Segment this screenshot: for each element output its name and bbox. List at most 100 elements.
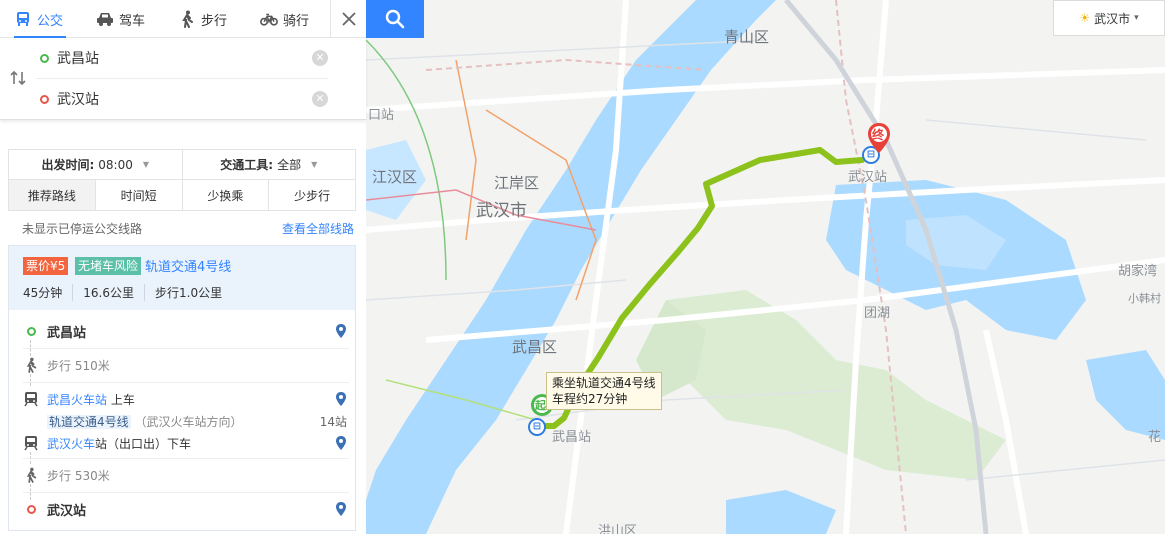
location-pin-icon[interactable]	[335, 436, 347, 450]
caret-down-icon: ▼	[311, 160, 318, 169]
sort-tab-less-walking[interactable]: 少步行	[268, 180, 355, 210]
transport-tool-label: 交通工具:	[220, 158, 274, 172]
mode-tab-bus[interactable]: 公交	[14, 0, 66, 38]
route-walk: 步行1.0公里	[144, 284, 232, 301]
route-line-name[interactable]: 轨道交通4号线	[145, 256, 231, 275]
city-name: 武汉市	[1094, 11, 1131, 26]
search-button[interactable]	[366, 0, 424, 38]
weather-icon: ☀	[1079, 11, 1091, 25]
step-board[interactable]: 武昌火车站 上车	[9, 390, 355, 408]
depart-time-dropdown[interactable]: 出发时间: 08:00 ▼	[9, 150, 182, 179]
map-label-kou-zhan: 口站	[368, 108, 395, 123]
end-pin-label: 终	[872, 128, 885, 142]
mode-tab-walk-label: 步行	[201, 13, 228, 29]
app-root: 青山区 江岸区 江汉区 武汉市 武昌区 洪山区 武昌站 武汉站 团湖 胡家湾 小…	[0, 0, 1165, 534]
transport-tool-value: 全部	[277, 158, 302, 172]
end-pin[interactable]: 终	[866, 122, 892, 154]
transport-tool-dropdown[interactable]: 交通工具: 全部 ▼	[181, 150, 356, 179]
close-icon	[341, 12, 356, 26]
board-station-link[interactable]: 武昌火车站	[47, 393, 107, 407]
map-label-wuhan-city: 武汉市	[476, 201, 527, 221]
step-walk-1[interactable]: 步行 510米	[9, 356, 355, 374]
metro-orange	[455, 59, 477, 241]
swap-button[interactable]	[8, 68, 28, 88]
close-button[interactable]	[330, 0, 366, 38]
sort-tab-fewer-transfers[interactable]: 少换乘	[181, 180, 269, 210]
map-label-qingshan: 青山区	[724, 28, 770, 46]
tooltip-line2: 车程约27分钟	[552, 392, 628, 406]
map-canvas[interactable]: 青山区 江岸区 江汉区 武汉市 武昌区 洪山区 武昌站 武汉站 团湖 胡家湾 小…	[366, 0, 1165, 534]
route-meta: 45分钟 16.6公里 步行1.0公里	[23, 284, 232, 301]
mode-tab-car[interactable]: 驾车	[96, 0, 145, 38]
clear-origin-icon[interactable]: ✕	[312, 50, 328, 66]
map-label-jianghan: 江汉区	[372, 168, 418, 186]
map-label-hua: 花	[1148, 430, 1162, 445]
location-pin-icon[interactable]	[335, 324, 347, 338]
route-duration: 45分钟	[23, 286, 63, 300]
clear-destination-icon[interactable]: ✕	[312, 91, 328, 107]
city-selector[interactable]: ☀ 武汉市 ▾	[1053, 0, 1165, 36]
bus-icon	[14, 10, 32, 28]
step-walk-2-distance: 530米	[74, 468, 110, 483]
search-icon	[385, 9, 405, 29]
caret-down-icon: ▼	[142, 160, 150, 169]
step-start[interactable]: 武昌站	[9, 322, 355, 341]
filter-dropdowns: 出发时间: 08:00 ▼ 交通工具: 全部 ▼	[9, 150, 355, 180]
stop-count: 14站	[319, 414, 347, 429]
step-alight[interactable]: 武汉火车站（出口出）下车	[9, 434, 355, 452]
sort-tab-recommended[interactable]: 推荐路线	[9, 180, 95, 210]
route-card[interactable]: 票价¥5 无堵车风险 轨道交通4号线 45分钟 16.6公里 步行1.0公里 武…	[8, 245, 356, 531]
step-line-info[interactable]: 轨道交通4号线 （武汉火车站方向） 14站	[9, 412, 355, 430]
map-base	[366, 0, 1165, 534]
view-all-lines-link[interactable]: 查看全部线路	[282, 220, 354, 237]
step-walk-2[interactable]: 步行 530米	[9, 466, 355, 484]
map-label-hujiawan: 胡家湾	[1118, 264, 1158, 279]
start-dot-icon	[26, 326, 36, 336]
metro-icon	[23, 391, 39, 407]
step-start-name: 武昌站	[47, 325, 87, 341]
bus-station-marker-start[interactable]: ⊟	[528, 418, 546, 436]
map-label-xiaohancun: 小韩村	[1128, 292, 1161, 305]
destination-input[interactable]: 武汉站	[57, 89, 312, 109]
walk-icon	[23, 357, 39, 373]
sort-tabs: 推荐路线 时间短 少换乘 少步行	[9, 180, 355, 210]
bike-icon	[260, 10, 278, 28]
destination-row[interactable]: 武汉站 ✕	[36, 79, 328, 119]
map-label-wuchang-station: 武昌站	[552, 430, 592, 445]
step-end[interactable]: 武汉站	[9, 500, 355, 519]
location-pin-icon[interactable]	[335, 502, 347, 516]
line-direction: （武汉火车站方向）	[134, 414, 243, 429]
depart-time-label: 出发时间:	[41, 158, 95, 172]
chevron-down-icon: ▾	[1134, 13, 1139, 23]
map-label-wuchang: 武昌区	[512, 338, 558, 356]
sort-tab-shortest-time[interactable]: 时间短	[94, 180, 182, 210]
step-walk-1-label: 步行	[47, 358, 72, 373]
step-end-name: 武汉站	[47, 503, 87, 519]
swap-icon	[10, 70, 26, 86]
tooltip-line1: 乘坐轨道交通4号线	[552, 376, 656, 390]
origin-input[interactable]: 武昌站	[57, 48, 312, 68]
mode-tab-walk[interactable]: 步行	[178, 0, 227, 38]
board-action: 上车	[110, 392, 135, 407]
route-filters: 出发时间: 08:00 ▼ 交通工具: 全部 ▼ 推荐路线 时间短 少换乘 少步…	[8, 149, 356, 211]
step-walk-2-label: 步行	[47, 468, 72, 483]
depart-time-value: 08:00	[98, 157, 133, 172]
route-summary[interactable]: 票价¥5 无堵车风险 轨道交通4号线 45分钟 16.6公里 步行1.0公里	[9, 246, 355, 310]
yangtze-river	[366, 0, 776, 534]
map-label-wuhan-station: 武汉站	[848, 170, 888, 185]
end-dot-icon	[26, 504, 36, 514]
alight-station-link[interactable]: 武汉火车	[47, 437, 95, 451]
lake-south	[726, 490, 836, 534]
origin-dot-icon	[40, 53, 49, 63]
destination-dot-icon	[40, 94, 49, 104]
walk-icon	[23, 467, 39, 483]
step-connector	[30, 374, 31, 386]
mode-tab-bike[interactable]: 骑行	[260, 0, 309, 38]
start-pin-label: 起	[535, 399, 546, 412]
traffic-badge: 无堵车风险	[75, 257, 142, 275]
mode-tab-bus-label: 公交	[37, 13, 64, 29]
location-pin-icon[interactable]	[335, 392, 347, 406]
metro-icon	[23, 435, 39, 451]
origin-row[interactable]: 武昌站 ✕	[36, 38, 328, 78]
line-chip[interactable]: 轨道交通4号线	[47, 414, 131, 429]
